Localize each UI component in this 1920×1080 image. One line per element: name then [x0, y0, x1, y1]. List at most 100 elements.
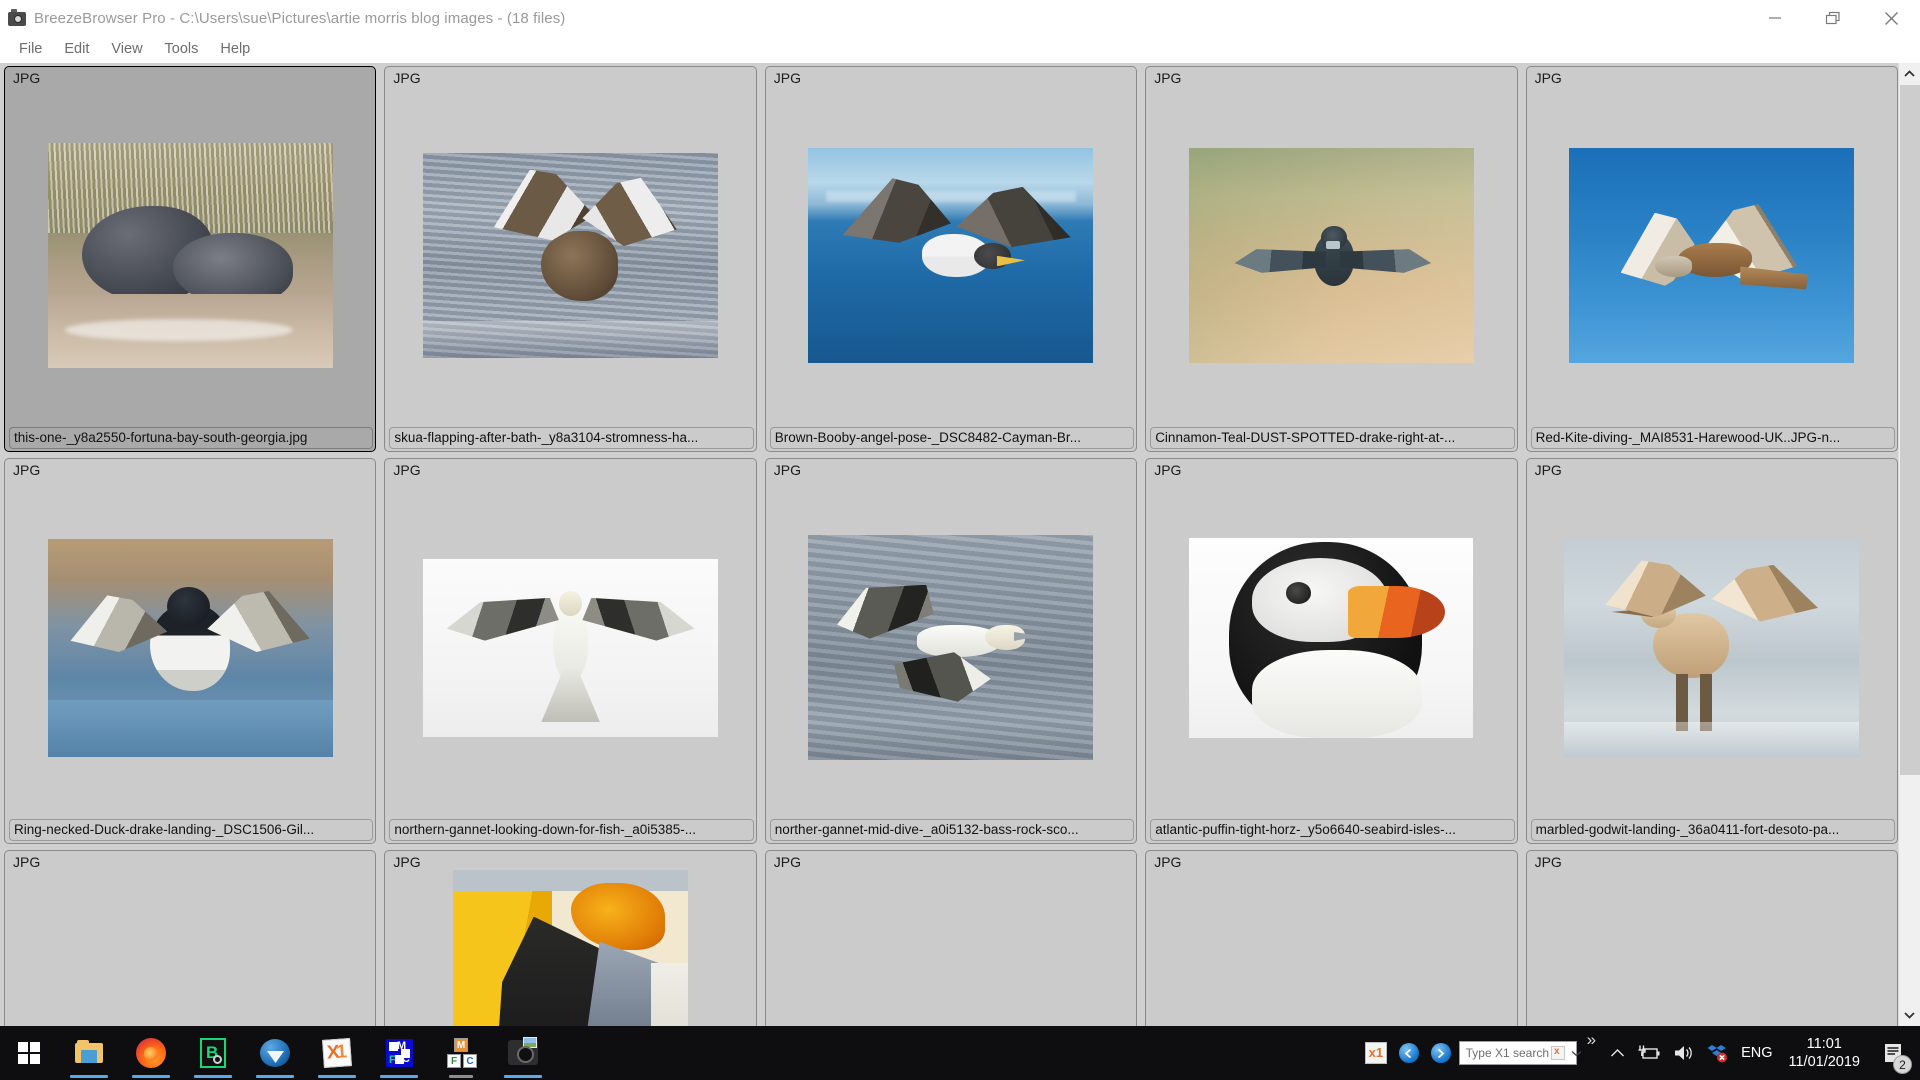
action-center-button[interactable]: 2	[1870, 1026, 1916, 1080]
thumbnail-cell[interactable]: JPG	[761, 63, 1141, 455]
file-type-label: JPG	[13, 70, 41, 86]
thumbnail-cell[interactable]: JPG northern-gannet-looking-down-for-fis…	[380, 455, 760, 847]
language-indicator[interactable]: ENG	[1735, 1026, 1778, 1080]
restore-button[interactable]	[1804, 0, 1862, 36]
caption: Red-Kite-diving-_MAI8531-Harewood-UK..JP…	[1527, 425, 1897, 451]
thumbnail-image[interactable]	[1188, 148, 1474, 364]
thumbnail-cell[interactable]: JPG skua-flapping-after-bath-_y8a3104-st…	[380, 63, 760, 455]
filename-box[interactable]: norther-gannet-mid-dive-_a0i5132-bass-ro…	[769, 819, 1135, 841]
thumbnail-cell[interactable]: JPG atlantic-puffin-tight-horz-_y5o6640-…	[1141, 455, 1521, 847]
tray-overflow-indicator[interactable]: »	[1579, 1030, 1604, 1050]
show-hidden-icons-button[interactable]	[1604, 1026, 1631, 1080]
thumbnail-image[interactable]	[808, 148, 1094, 364]
taskbar-button-thunderbird[interactable]	[244, 1026, 306, 1080]
taskbar-button-breezebrowser-pro[interactable]: B	[182, 1026, 244, 1080]
file-type-label: JPG	[1154, 70, 1182, 86]
thumbnail-cell[interactable]: JPG	[761, 455, 1141, 847]
thumbnail-image[interactable]	[453, 870, 689, 1026]
dropbox-status-button[interactable]	[1701, 1026, 1735, 1080]
menu-item-file[interactable]: File	[8, 38, 53, 60]
filename-box[interactable]: Cinnamon-Teal-DUST-SPOTTED-drake-right-a…	[1150, 427, 1515, 449]
thumbnail-cell[interactable]: JPG Ring-necked-Duck-drake-landing-_DSC1…	[0, 455, 380, 847]
thumbnail-image[interactable]	[423, 558, 719, 737]
caption: skua-flapping-after-bath-_y8a3104-stromn…	[385, 425, 755, 451]
thumbnail-image[interactable]	[47, 143, 333, 369]
clock-date: 11/01/2019	[1788, 1054, 1861, 1070]
scroll-track[interactable]	[1899, 85, 1920, 1004]
thumbnail-cell[interactable]: JPG	[1522, 847, 1898, 1026]
thumbnail-image[interactable]	[423, 153, 719, 359]
taskbar-button-firefox[interactable]	[120, 1026, 182, 1080]
battery-status-button[interactable]	[1631, 1026, 1667, 1080]
title-bar: BreezeBrowser Pro - C:\Users\sue\Picture…	[0, 0, 1920, 36]
taskbar-button-file-explorer[interactable]	[58, 1026, 120, 1080]
filename-box[interactable]: Ring-necked-Duck-drake-landing-_DSC1506-…	[9, 819, 374, 841]
scroll-up-button[interactable]	[1899, 63, 1920, 85]
taskbar-button-mfc-blocks[interactable]: M F C	[430, 1026, 492, 1080]
filename-box[interactable]: this-one-_y8a2550-fortuna-bay-south-geor…	[9, 427, 374, 449]
thumbnail-image-wrap	[5, 478, 375, 817]
file-type-label: JPG	[393, 854, 421, 870]
file-type-label: JPG	[1534, 854, 1562, 870]
menu-item-view[interactable]: View	[100, 38, 153, 60]
vertical-scrollbar[interactable]	[1898, 63, 1920, 1026]
menu-item-help[interactable]: Help	[209, 38, 261, 60]
thumbnail-cell[interactable]: JPG	[380, 847, 760, 1026]
back-arrow-icon	[1398, 1043, 1419, 1063]
thumbnail-image-wrap	[1146, 86, 1516, 425]
thumbnail-image-wrap	[766, 870, 1136, 1026]
filename-text: this-one-_y8a2550-fortuna-bay-south-geor…	[14, 431, 308, 445]
thumbnail-cell[interactable]: JPG	[1141, 63, 1521, 455]
thumbnail-image[interactable]	[1569, 148, 1855, 364]
file-type-label: JPG	[393, 462, 421, 478]
taskbar-button-mfc-application[interactable]: M F C	[368, 1026, 430, 1080]
chevron-up-icon	[1611, 1049, 1625, 1057]
thumbnail-cell[interactable]: JPG	[1141, 847, 1521, 1026]
caption: atlantic-puffin-tight-horz-_y5o6640-seab…	[1146, 817, 1516, 843]
taskbar-button-x1-search[interactable]: X1	[306, 1026, 368, 1080]
filename-box[interactable]: northern-gannet-looking-down-for-fish-_a…	[389, 819, 754, 841]
thumbnail-cell[interactable]: JPG	[761, 847, 1141, 1026]
tray-x1-icon[interactable]	[1359, 1026, 1393, 1080]
thumbnail-image-wrap	[385, 86, 755, 425]
thumbnail-cell[interactable]: JPG Red-Kite-diving-_MAI8531-Harewood-UK…	[1522, 63, 1898, 455]
filename-text: marbled-godwit-landing-_36a0411-fort-des…	[1535, 823, 1840, 837]
thumbnail-image[interactable]	[808, 535, 1094, 761]
filename-box[interactable]: Red-Kite-diving-_MAI8531-Harewood-UK..JP…	[1530, 427, 1895, 449]
minimize-button[interactable]	[1746, 0, 1804, 36]
filename-text: Ring-necked-Duck-drake-landing-_DSC1506-…	[14, 823, 315, 837]
tray-back-button[interactable]	[1393, 1026, 1425, 1080]
menu-item-edit[interactable]: Edit	[53, 38, 100, 60]
taskbar-button-camera-viewer[interactable]	[492, 1026, 554, 1080]
thumbnail-image[interactable]	[47, 538, 333, 757]
scroll-down-button[interactable]	[1899, 1004, 1920, 1026]
thumbnail-image[interactable]	[1564, 538, 1860, 757]
thumbnail-cell[interactable]: JPG	[1522, 455, 1898, 847]
file-type-label: JPG	[773, 70, 802, 86]
window-controls	[1746, 0, 1920, 36]
start-button[interactable]	[0, 1026, 58, 1080]
filename-box[interactable]: Brown-Booby-angel-pose-_DSC8482-Cayman-B…	[769, 427, 1135, 449]
filename-box[interactable]: atlantic-puffin-tight-horz-_y5o6640-seab…	[1150, 819, 1515, 841]
thumbnail-grid-viewport[interactable]: JPG this-one-_y8a2550-fortuna-bay-south-…	[0, 63, 1898, 1026]
close-button[interactable]	[1862, 0, 1920, 36]
thumbnail-image-wrap	[1527, 86, 1897, 425]
file-type-label: JPG	[1154, 854, 1182, 870]
filename-box[interactable]: skua-flapping-after-bath-_y8a3104-stromn…	[389, 427, 754, 449]
x1-search-input[interactable]: Type X1 search	[1458, 1041, 1582, 1065]
tray-forward-button[interactable]	[1425, 1026, 1457, 1080]
folder-icon	[72, 1036, 106, 1070]
file-type-label: JPG	[773, 462, 802, 478]
file-type-label: JPG	[1154, 462, 1182, 478]
clock[interactable]: 11:01 11/01/2019	[1779, 1026, 1871, 1080]
thumbnail-image[interactable]	[1189, 538, 1474, 738]
volume-button[interactable]	[1667, 1026, 1701, 1080]
menu-item-tools[interactable]: Tools	[154, 38, 210, 60]
taskbar-app-buttons: B X1 M F C M F C	[58, 1026, 554, 1080]
filename-box[interactable]: marbled-godwit-landing-_36a0411-fort-des…	[1530, 819, 1895, 841]
thumbnail-cell[interactable]: JPG this-one-_y8a2550-fortuna-bay-south-…	[0, 63, 380, 455]
scroll-thumb[interactable]	[1900, 85, 1920, 775]
thumbnail-cell[interactable]: JPG	[0, 847, 380, 1026]
filename-text: Cinnamon-Teal-DUST-SPOTTED-drake-right-a…	[1155, 431, 1456, 445]
file-type-label: JPG	[13, 462, 41, 478]
